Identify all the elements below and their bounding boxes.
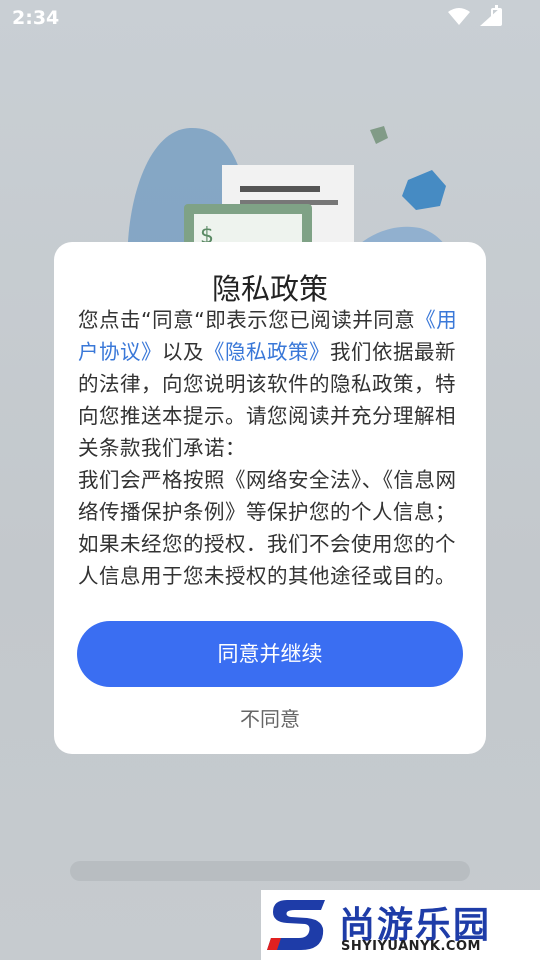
- watermark-url: SHYIYUANYK.COM: [341, 939, 481, 954]
- privacy-policy-link[interactable]: 《隐私政策》: [204, 340, 330, 364]
- body-text: 以及: [162, 340, 204, 364]
- privacy-dialog: 隐私政策 您点击“同意“即表示您已阅读并同意《用户协议》以及《隐私政策》我们依据…: [54, 242, 486, 754]
- dialog-body: 您点击“同意“即表示您已阅读并同意《用户协议》以及《隐私政策》我们依据最新的法律…: [78, 304, 462, 592]
- body-text: 您点击“同意“即表示您已阅读并同意: [78, 308, 416, 332]
- dialog-title: 隐私政策: [211, 272, 328, 306]
- home-indicator-bar: [70, 861, 470, 881]
- battery-icon: [491, 5, 502, 26]
- disagree-button[interactable]: 不同意: [54, 703, 486, 732]
- status-bar: 2:34: [0, 0, 540, 38]
- agree-button[interactable]: 同意并继续: [77, 621, 463, 687]
- status-time: 2:34: [12, 7, 60, 29]
- logo-s-icon: [267, 900, 325, 950]
- wifi-icon: [448, 8, 470, 25]
- body-text: 我们会严格按照《网络安全法》、《信息网络传播保护条例》等保护您的个人信息；如果未…: [78, 468, 457, 588]
- site-watermark: 尚游乐园 SHYIYUANYK.COM: [261, 890, 540, 960]
